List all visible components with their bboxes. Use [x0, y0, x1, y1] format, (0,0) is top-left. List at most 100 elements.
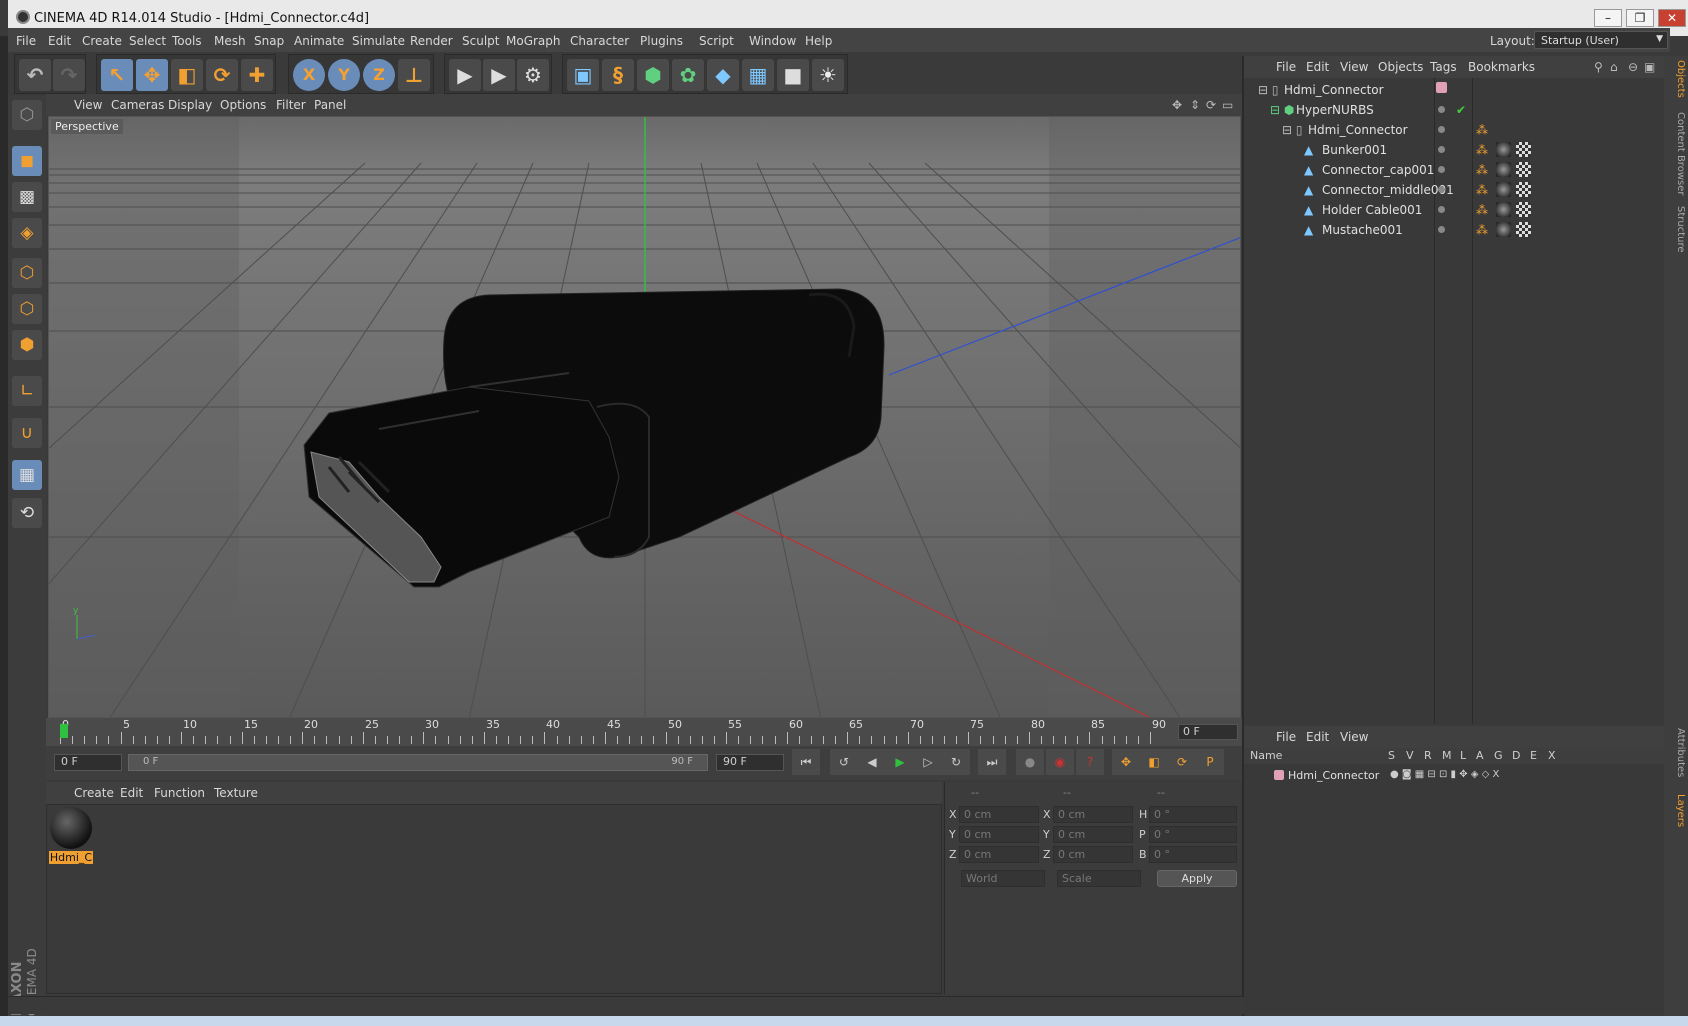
layers-menu-file[interactable]: File	[1276, 730, 1296, 744]
viewport-menu-cameras[interactable]: Cameras	[111, 98, 164, 112]
key-parameter-icon[interactable]: P	[1196, 749, 1224, 775]
viewport-menu-filter[interactable]: Filter	[276, 98, 306, 112]
viewport-menu-display[interactable]: Display	[168, 98, 212, 112]
uvw-tag-icon[interactable]	[1516, 162, 1531, 177]
uvw-tag-icon[interactable]	[1516, 182, 1531, 197]
new-window-icon[interactable]: ▣	[1644, 60, 1655, 74]
tree-row[interactable]: ▲ Connector_cap001 ⁂	[1244, 160, 1664, 179]
floor-icon[interactable]: ▦	[742, 59, 774, 91]
current-frame-field[interactable]: 0 F	[1178, 724, 1238, 740]
home-icon[interactable]: ⌂	[1610, 60, 1618, 74]
timeline-ruler[interactable]: 051015202530354045505560657075808590 0 F	[46, 718, 1242, 746]
deformer-icon[interactable]: ◆	[707, 59, 739, 91]
material-tag-icon[interactable]	[1496, 162, 1511, 177]
render-picture-viewer-icon[interactable]: ▶	[483, 59, 515, 91]
menu-edit[interactable]: Edit	[48, 34, 71, 48]
menu-plugins[interactable]: Plugins	[640, 34, 683, 48]
viewport-menu-view[interactable]: View	[74, 98, 102, 112]
material-tag-icon[interactable]	[1496, 222, 1511, 237]
coordinate-system-icon[interactable]: ⊥	[398, 59, 430, 91]
enabled-check-icon[interactable]: ✔	[1456, 103, 1466, 117]
visibility-dot-icon[interactable]	[1438, 146, 1445, 153]
previous-key-icon[interactable]: ↺	[830, 749, 858, 775]
viewport-zoom-icon[interactable]: ⇕	[1190, 98, 1200, 112]
material-swatch[interactable]: Hdmi_C	[49, 807, 93, 867]
key-scale-icon[interactable]: ◧	[1140, 749, 1168, 775]
minimize-button[interactable]: –	[1594, 9, 1622, 27]
menu-render[interactable]: Render	[410, 34, 453, 48]
rotation-h-field[interactable]: 0 °	[1149, 806, 1237, 823]
visibility-dot-icon[interactable]	[1438, 126, 1445, 133]
material-tag-icon[interactable]	[1496, 202, 1511, 217]
apply-button[interactable]: Apply	[1157, 870, 1237, 887]
layer-toggles-icon[interactable]: ● ◙ ▦ ⊟ ⊡ ▮ ✥ ◈ ◇ X	[1390, 769, 1499, 780]
viewport-maximize-icon[interactable]: ▭	[1222, 98, 1233, 112]
phong-tag-icon[interactable]: ⁂	[1476, 123, 1488, 137]
record-keys-icon[interactable]: ●	[1016, 749, 1044, 775]
phong-tag-icon[interactable]: ⁂	[1476, 203, 1488, 217]
rotate-icon[interactable]: ⟳	[206, 59, 238, 91]
objects-menu-view[interactable]: View	[1340, 60, 1368, 74]
search-icon[interactable]: ⚲	[1594, 60, 1603, 74]
array-icon[interactable]: ✿	[672, 59, 704, 91]
polygons-mode-icon[interactable]: ⬢	[12, 330, 42, 360]
size-mode-select[interactable]: Scale	[1057, 870, 1141, 887]
layers-menu-edit[interactable]: Edit	[1306, 730, 1329, 744]
camera-icon[interactable]: ■	[777, 59, 809, 91]
visibility-dot-icon[interactable]	[1438, 106, 1445, 113]
back-icon[interactable]: ⊖	[1628, 60, 1638, 74]
cube-primitive-icon[interactable]: ▣	[567, 59, 599, 91]
play-icon[interactable]: ▶	[886, 749, 914, 775]
tab-objects[interactable]: Objects	[1666, 60, 1686, 98]
close-button[interactable]: ✕	[1658, 9, 1686, 27]
objects-menu-file[interactable]: File	[1276, 60, 1296, 74]
tree-row[interactable]: ▲ Mustache001 ⁂	[1244, 220, 1664, 239]
workplane-mode-icon[interactable]: ◈	[12, 218, 42, 248]
previous-frame-icon[interactable]: ◀	[858, 749, 886, 775]
uvw-tag-icon[interactable]	[1516, 142, 1531, 157]
material-menu-create[interactable]: Create	[74, 786, 114, 800]
objects-menu-edit[interactable]: Edit	[1306, 60, 1329, 74]
menu-simulate[interactable]: Simulate	[352, 34, 405, 48]
tab-attributes[interactable]: Attributes	[1666, 728, 1686, 777]
workplane-lock-icon[interactable]: ▦	[12, 460, 42, 490]
scale-icon[interactable]: ◧	[171, 59, 203, 91]
material-menu-edit[interactable]: Edit	[120, 786, 143, 800]
playhead-marker[interactable]	[60, 724, 68, 738]
render-view-icon[interactable]: ▶	[449, 59, 481, 91]
autokey-icon[interactable]: ◉	[1046, 749, 1074, 775]
go-to-end-icon[interactable]: ⏭	[978, 749, 1006, 775]
tree-row[interactable]: ▲ Holder Cable001 ⁂	[1244, 200, 1664, 219]
phong-tag-icon[interactable]: ⁂	[1476, 183, 1488, 197]
tree-row[interactable]: ⊟ ⬢ HyperNURBS ✔	[1244, 100, 1664, 119]
position-y-field[interactable]: 0 cm	[959, 826, 1039, 843]
keyframe-selection-icon[interactable]: ?	[1076, 749, 1104, 775]
layers-menu-view[interactable]: View	[1340, 730, 1368, 744]
phong-tag-icon[interactable]: ⁂	[1476, 223, 1488, 237]
tree-row[interactable]: ⊟ ▯ Hdmi_Connector	[1244, 80, 1664, 99]
layer-row[interactable]: Hdmi_Connector ● ◙ ▦ ⊟ ⊡ ▮ ✥ ◈ ◇ X	[1244, 766, 1664, 785]
model-mode-icon[interactable]: ◼	[12, 146, 42, 176]
frame-range-slider[interactable]: 0 F 90 F	[128, 754, 708, 771]
rotation-b-field[interactable]: 0 °	[1149, 846, 1237, 863]
snap-icon[interactable]: ∪	[12, 418, 42, 448]
nurbs-icon[interactable]: ⬢	[637, 59, 669, 91]
size-z-field[interactable]: 0 cm	[1053, 846, 1133, 863]
visibility-dot-icon[interactable]	[1438, 206, 1445, 213]
next-frame-icon[interactable]: ▷	[914, 749, 942, 775]
visibility-dot-icon[interactable]	[1438, 166, 1445, 173]
z-axis-icon[interactable]: Z	[363, 59, 395, 91]
x-axis-icon[interactable]: X	[293, 59, 325, 91]
material-menu-texture[interactable]: Texture	[214, 786, 258, 800]
next-key-icon[interactable]: ↻	[942, 749, 970, 775]
viewport-menu-panel[interactable]: Panel	[314, 98, 346, 112]
objects-menu-objects[interactable]: Objects	[1378, 60, 1423, 74]
menu-help[interactable]: Help	[805, 34, 832, 48]
3d-viewport[interactable]: y Perspective	[48, 116, 1241, 718]
visibility-dot-icon[interactable]	[1438, 226, 1445, 233]
render-settings-icon[interactable]: ⚙	[517, 59, 549, 91]
axis-mode-icon[interactable]: ∟	[12, 376, 42, 406]
viewport-menu-options[interactable]: Options	[220, 98, 266, 112]
key-position-icon[interactable]: ✥	[1112, 749, 1140, 775]
position-z-field[interactable]: 0 cm	[959, 846, 1039, 863]
